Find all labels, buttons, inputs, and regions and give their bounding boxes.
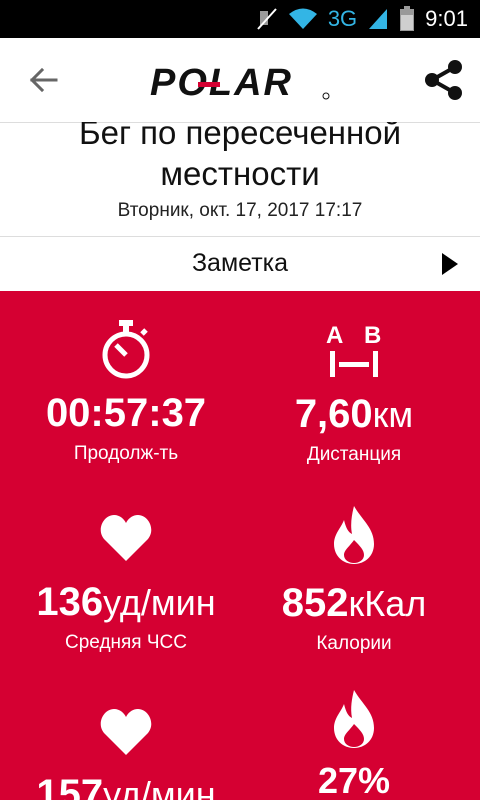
flame-icon xyxy=(334,690,374,748)
session-header: Бег по пересеченной местности Вторник, о… xyxy=(0,122,480,236)
duration-label: Продолж-ть xyxy=(73,443,179,464)
stopwatch-icon xyxy=(102,320,150,379)
duration-value: 00:57:37 xyxy=(45,391,207,435)
note-label: Заметка xyxy=(191,249,289,277)
brand-text: POLAR xyxy=(150,62,293,102)
percent-value: 27% xyxy=(317,760,391,800)
avg-hr-value: 136уд/мин xyxy=(36,580,216,624)
status-icons: 3G 9:01 xyxy=(256,0,468,38)
stats-panel: 00:57:37 Продолж-ть A B 7,60км Дистанция… xyxy=(0,291,480,800)
heart-icon xyxy=(100,515,152,561)
stat-duration: 00:57:37 Продолж-ть xyxy=(6,318,246,465)
max-hr-value: 157уд/мин xyxy=(36,772,216,800)
stat-distance: A B 7,60км Дистанция xyxy=(234,321,474,466)
share-icon[interactable] xyxy=(422,58,466,102)
wifi-icon xyxy=(288,8,317,29)
battery-icon xyxy=(400,6,415,31)
calories-label: Калории xyxy=(316,633,392,654)
back-arrow-icon[interactable] xyxy=(26,60,60,100)
svg-text:A: A xyxy=(326,322,343,349)
signal-icon xyxy=(369,9,388,29)
session-date: Вторник, окт. 17, 2017 17:17 xyxy=(117,200,363,221)
calories-value: 852кКал xyxy=(281,581,427,625)
distance-ab-icon: A B xyxy=(326,322,381,377)
mute-icon xyxy=(257,8,277,30)
stat-calories: 852кКал Калории xyxy=(234,506,474,655)
polar-logo: POLAR xyxy=(150,62,330,102)
status-bar: 3G 9:01 xyxy=(0,0,480,38)
distance-value: 7,60км xyxy=(294,392,414,436)
network-type: 3G xyxy=(327,6,358,31)
app-bar: POLAR xyxy=(0,38,480,123)
avg-hr-label: Средняя ЧСС xyxy=(65,632,187,653)
stat-percent: 27% xyxy=(234,690,474,800)
stat-avg-hr: 136уд/мин Средняя ЧСС xyxy=(6,515,246,654)
flame-icon xyxy=(334,506,374,564)
svg-text:B: B xyxy=(364,322,381,349)
stat-max-hr: 157уд/мин xyxy=(6,709,246,800)
heart-icon xyxy=(100,709,152,755)
play-arrow-icon xyxy=(442,253,458,275)
session-title: Бег по пересеченной местности xyxy=(78,122,402,192)
clock: 9:01 xyxy=(425,6,468,31)
distance-label: Дистанция xyxy=(306,444,402,465)
note-row[interactable]: Заметка xyxy=(0,237,480,291)
